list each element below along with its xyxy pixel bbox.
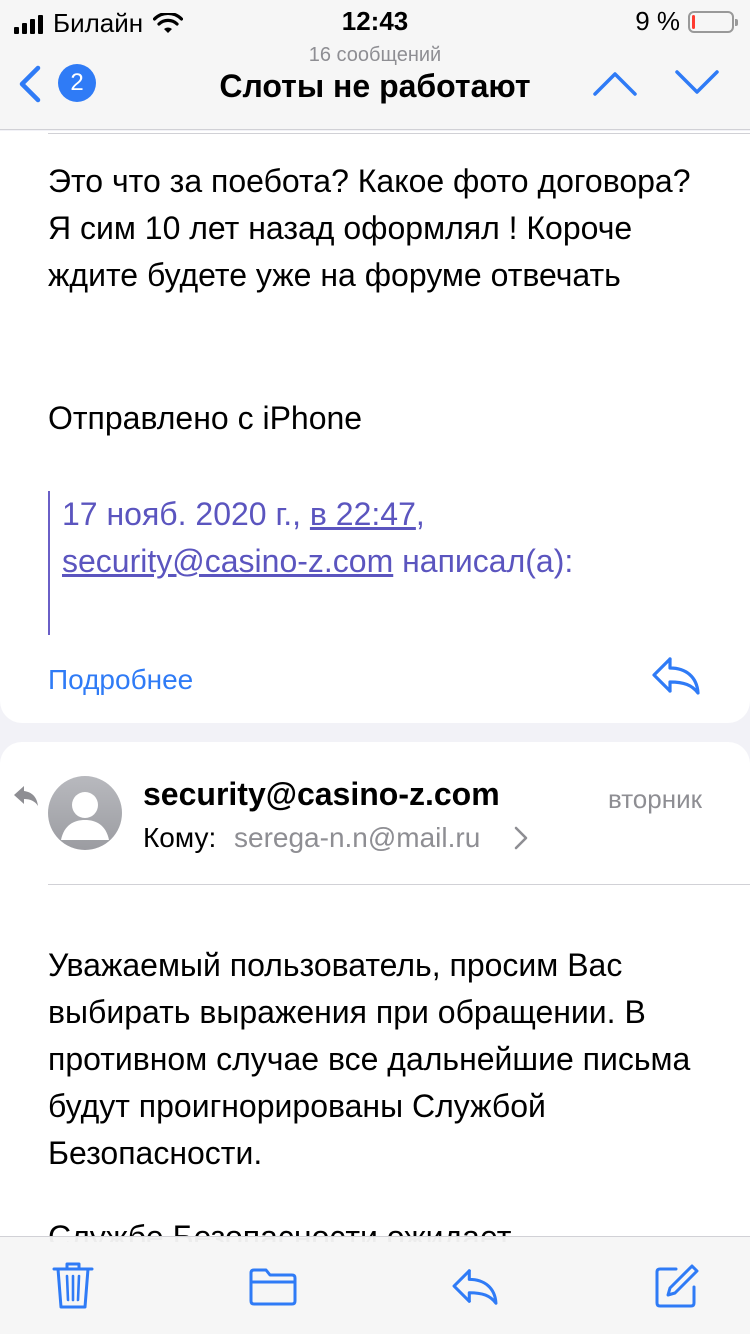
message-card-1: Это что за поебота? Какое фото договора?… (0, 131, 750, 723)
replied-arrow-icon (14, 786, 38, 806)
message-count: 16 сообщений (308, 44, 442, 66)
compose-icon[interactable] (654, 1263, 700, 1309)
message-body: Уважаемый пользователь, просим Вас выбир… (48, 947, 691, 1171)
message-signature: Отправлено с iPhone (48, 400, 363, 436)
battery-level (692, 14, 695, 29)
next-message-chevron-down-icon[interactable] (674, 68, 720, 98)
message-date: вторник (607, 784, 702, 814)
chevron-right-icon[interactable] (514, 826, 528, 850)
quote-time-link[interactable]: в 22:47 (310, 496, 416, 532)
bottom-toolbar (0, 1236, 750, 1334)
message-body: Это что за поебота? Какое фото договора?… (48, 163, 691, 293)
quoted-header: 17 нояб. 2020 г., в 22:47, security@casi… (48, 491, 728, 635)
status-right: 9 % (635, 6, 738, 37)
battery-percent: 9 % (635, 6, 680, 36)
previous-message-chevron-up-icon[interactable] (592, 68, 638, 98)
navigation-bar: 2 16 сообщений Слоты не работают (0, 40, 750, 130)
folder-icon[interactable] (248, 1267, 298, 1307)
quote-email-link[interactable]: security@casino-z.com (62, 543, 393, 579)
trash-icon[interactable] (52, 1261, 94, 1311)
reply-icon[interactable] (450, 1267, 500, 1307)
sender-email[interactable]: security@casino-z.com (143, 776, 500, 813)
show-more-link[interactable]: Подробнее (48, 664, 193, 696)
message-card-2: security@casino-z.com вторник Кому: sere… (0, 742, 750, 1242)
divider (48, 884, 750, 885)
avatar[interactable] (48, 776, 122, 850)
quote-comma: , (415, 496, 425, 532)
recipient-address[interactable]: serega-n.n@mail.ru (234, 822, 480, 854)
status-bar: Билайн 12:43 9 % (0, 0, 750, 40)
person-icon (61, 792, 109, 840)
divider (48, 133, 750, 134)
battery-icon (688, 10, 738, 33)
to-label: Кому: (143, 822, 217, 853)
quote-wrote: написал(а): (402, 543, 574, 579)
quote-date: 17 нояб. 2020 г., (62, 496, 302, 532)
reply-icon[interactable] (650, 655, 702, 697)
